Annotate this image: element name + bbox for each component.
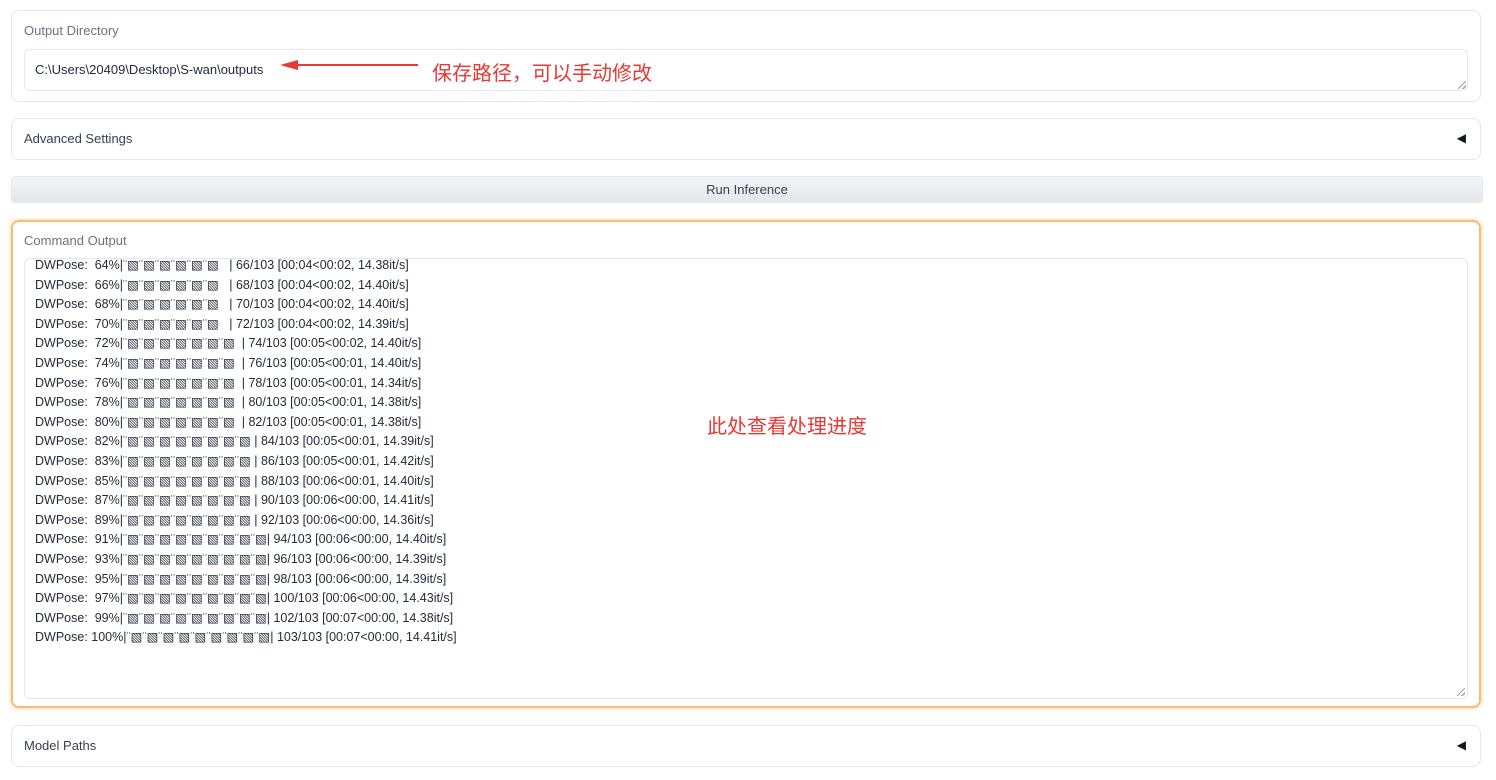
log-line: DWPose: 91%|¨▧¨▧¨▧¨▧¨▧¨▧¨▧¨▧¨▧| 94/103 [… [35, 532, 447, 547]
output-directory-label: Output Directory [24, 23, 119, 38]
model-paths-accordion[interactable]: Model Paths ◀ [11, 725, 1481, 767]
log-line: DWPose: 68%|¨▧¨▧¨▧¨▧¨▧¨▧ | 70/103 [00:04… [35, 297, 409, 312]
log-line: DWPose: 97%|¨▧¨▧¨▧¨▧¨▧¨▧¨▧¨▧¨▧| 100/103 … [35, 591, 454, 606]
log-line: DWPose: 78%|¨▧¨▧¨▧¨▧¨▧¨▧¨▧ | 80/103 [00:… [35, 395, 422, 410]
log-line: DWPose: 76%|¨▧¨▧¨▧¨▧¨▧¨▧¨▧ | 78/103 [00:… [35, 375, 422, 390]
log-line: DWPose: 99%|¨▧¨▧¨▧¨▧¨▧¨▧¨▧¨▧¨▧| 102/103 … [35, 610, 454, 625]
command-output-label: Command Output [24, 233, 127, 248]
output-directory-panel: Output Directory C:\Users\20409\Desktop\… [11, 10, 1481, 102]
annotation-arrow-icon [280, 60, 418, 70]
run-inference-button[interactable]: Run Inference [11, 176, 1483, 203]
log-line: DWPose: 83%|¨▧¨▧¨▧¨▧¨▧¨▧¨▧¨▧ | 86/103 [0… [35, 453, 434, 468]
log-list: DWPose: 64%|¨▧¨▧¨▧¨▧¨▧¨▧ | 66/103 [00:04… [35, 258, 457, 648]
resize-grip-icon[interactable] [1458, 81, 1466, 89]
log-line: DWPose: 85%|¨▧¨▧¨▧¨▧¨▧¨▧¨▧¨▧ | 88/103 [0… [35, 473, 434, 488]
log-line: DWPose: 100%|¨▧¨▧¨▧¨▧¨▧¨▧¨▧¨▧¨▧| 103/103… [35, 630, 457, 645]
collapse-arrow-icon: ◀ [1456, 131, 1466, 145]
command-output-panel: Command Output DWPose: 64%|¨▧¨▧¨▧¨▧¨▧¨▧ … [11, 220, 1481, 708]
collapse-arrow-icon: ◀ [1456, 738, 1466, 752]
advanced-settings-accordion[interactable]: Advanced Settings ◀ [11, 118, 1481, 160]
log-line: DWPose: 64%|¨▧¨▧¨▧¨▧¨▧¨▧ | 66/103 [00:04… [35, 258, 409, 272]
model-paths-label: Model Paths [24, 738, 97, 753]
annotation-save-path: 保存路径，可以手动修改 [432, 61, 652, 85]
output-directory-input[interactable]: C:\Users\20409\Desktop\S-wan\outputs [24, 49, 1468, 91]
command-output-textarea[interactable]: DWPose: 64%|¨▧¨▧¨▧¨▧¨▧¨▧ | 66/103 [00:04… [24, 258, 1468, 699]
log-line: DWPose: 95%|¨▧¨▧¨▧¨▧¨▧¨▧¨▧¨▧¨▧| 98/103 [… [35, 571, 447, 586]
log-line: DWPose: 70%|¨▧¨▧¨▧¨▧¨▧¨▧ | 72/103 [00:04… [35, 316, 409, 331]
log-line: DWPose: 66%|¨▧¨▧¨▧¨▧¨▧¨▧ | 68/103 [00:04… [35, 277, 409, 292]
resize-grip-icon[interactable] [1457, 688, 1465, 696]
advanced-settings-label: Advanced Settings [24, 131, 133, 146]
log-line: DWPose: 93%|¨▧¨▧¨▧¨▧¨▧¨▧¨▧¨▧¨▧| 96/103 [… [35, 551, 447, 566]
log-line: DWPose: 72%|¨▧¨▧¨▧¨▧¨▧¨▧¨▧ | 74/103 [00:… [35, 336, 422, 351]
log-line: DWPose: 87%|¨▧¨▧¨▧¨▧¨▧¨▧¨▧¨▧ | 90/103 [0… [35, 493, 434, 508]
annotation-progress: 此处查看处理进度 [707, 414, 867, 438]
log-line: DWPose: 82%|¨▧¨▧¨▧¨▧¨▧¨▧¨▧¨▧ | 84/103 [0… [35, 434, 434, 449]
log-line: DWPose: 80%|¨▧¨▧¨▧¨▧¨▧¨▧¨▧ | 82/103 [00:… [35, 414, 422, 429]
log-line: DWPose: 74%|¨▧¨▧¨▧¨▧¨▧¨▧¨▧ | 76/103 [00:… [35, 355, 422, 370]
log-line: DWPose: 89%|¨▧¨▧¨▧¨▧¨▧¨▧¨▧¨▧ | 92/103 [0… [35, 512, 434, 527]
